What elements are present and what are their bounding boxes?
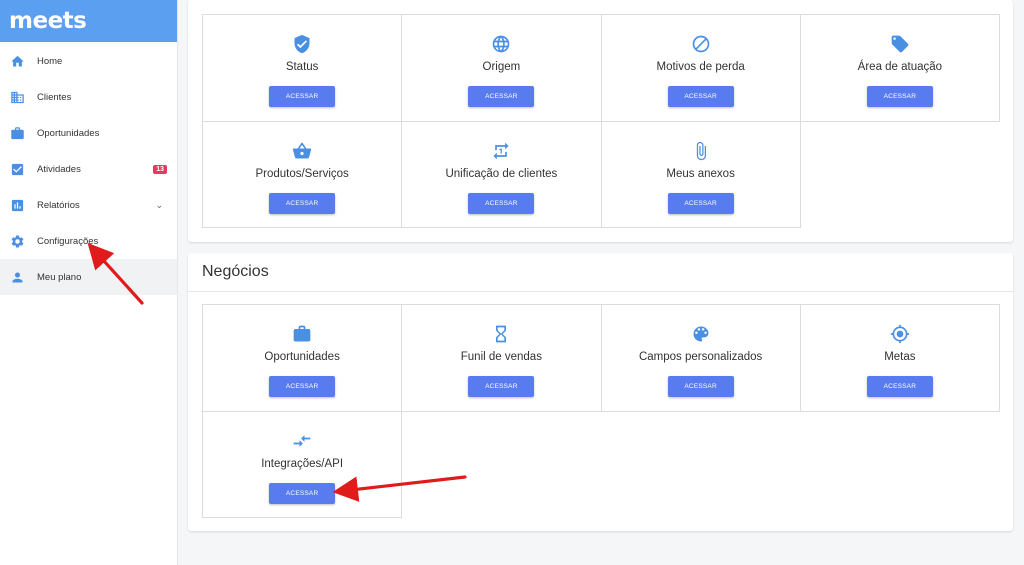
negocios-card: Negócios Oportunidades ACESSAR Funil de … — [188, 253, 1013, 531]
sidebar-item-label: Configurações — [37, 235, 99, 247]
sidebar-item-home[interactable]: Home — [0, 43, 177, 79]
sidebar-item-label: Home — [37, 55, 63, 67]
briefcase-icon — [10, 126, 25, 141]
tile-meus-anexos: Meus anexos ACESSAR — [600, 120, 801, 228]
target-icon — [889, 323, 911, 345]
sidebar-item-label: Atividades — [37, 163, 81, 175]
logo[interactable]: meets — [9, 8, 87, 34]
bar-chart-icon — [10, 198, 25, 213]
tile-title: Integrações/API — [261, 457, 344, 470]
sidebar-item-label: Clientes — [37, 91, 72, 103]
sidebar-item-clientes[interactable]: Clientes — [0, 79, 177, 115]
shield-check-icon — [291, 33, 313, 55]
tile-title: Produtos/Serviços — [255, 167, 349, 180]
compare-arrows-icon — [291, 430, 313, 452]
tile-title: Status — [285, 61, 319, 73]
acessar-button[interactable]: ACESSAR — [468, 376, 535, 397]
tile-integracoes-api: Integrações/API ACESSAR — [202, 410, 403, 518]
checkbox-icon — [10, 162, 25, 177]
tile-produtos-servicos: Produtos/Serviços ACESSAR — [202, 120, 403, 228]
tile-oportunidades: Oportunidades ACESSAR — [202, 304, 403, 412]
acessar-button[interactable]: ACESSAR — [866, 86, 933, 107]
acessar-button[interactable]: ACESSAR — [667, 86, 734, 107]
sidebar-item-label: Meu plano — [37, 271, 82, 283]
tile-area-de-atuacao: Área de atuação ACESSAR — [799, 14, 1000, 122]
acessar-button[interactable]: ACESSAR — [667, 376, 734, 397]
tile-title: Unificação de clientes — [445, 167, 558, 180]
settings-card: Status ACESSAR Origem ACESSAR Motivos de… — [188, 0, 1013, 242]
sidebar-item-relatorios[interactable]: Relatórios ⌄ — [0, 187, 177, 223]
tile-title: Campos personalizados — [638, 351, 763, 363]
acessar-button[interactable]: ACESSAR — [269, 192, 336, 214]
acessar-button[interactable]: ACESSAR — [667, 192, 734, 214]
tile-title: Funil de vendas — [460, 351, 542, 363]
section-title: Negócios — [188, 253, 1013, 292]
person-icon — [10, 270, 25, 285]
tag-icon — [889, 33, 911, 55]
sidebar-item-configuracoes[interactable]: Configurações — [0, 223, 177, 259]
tile-unificacao-de-clientes: Unificação de clientes ACESSAR — [401, 120, 602, 228]
tile-title: Origem — [482, 61, 521, 73]
sidebar: meets Home Clientes Oportunidades Ativid… — [0, 0, 178, 565]
tile-title: Oportunidades — [264, 351, 340, 363]
briefcase-icon — [291, 323, 313, 345]
tile-motivos-de-perda: Motivos de perda ACESSAR — [600, 14, 801, 122]
chevron-down-icon[interactable]: ⌄ — [155, 200, 163, 211]
sidebar-item-meu-plano[interactable]: Meu plano — [0, 259, 177, 295]
sidebar-item-oportunidades[interactable]: Oportunidades — [0, 115, 177, 151]
acessar-button[interactable]: ACESSAR — [468, 192, 535, 214]
logo-bar: meets — [0, 0, 177, 42]
sidebar-item-label: Oportunidades — [37, 127, 100, 139]
tile-campos-personalizados: Campos personalizados ACESSAR — [600, 304, 801, 412]
gear-icon — [10, 234, 25, 249]
tile-funil-de-vendas: Funil de vendas ACESSAR — [401, 304, 602, 412]
acessar-button[interactable]: ACESSAR — [866, 376, 933, 397]
block-icon — [690, 33, 712, 55]
paperclip-icon — [690, 140, 712, 162]
tile-grid: Status ACESSAR Origem ACESSAR Motivos de… — [202, 14, 1000, 229]
tile-title: Motivos de perda — [656, 61, 745, 73]
building-icon — [10, 90, 25, 105]
acessar-button[interactable]: ACESSAR — [468, 86, 535, 107]
globe-icon — [490, 33, 512, 55]
sidebar-item-label: Relatórios — [37, 199, 80, 211]
tile-metas: Metas ACESSAR — [799, 304, 1000, 412]
notification-badge: 13 — [153, 164, 167, 174]
palette-icon — [690, 323, 712, 345]
tile-grid: Oportunidades ACESSAR Funil de vendas AC… — [202, 304, 1000, 518]
acessar-button[interactable]: ACESSAR — [269, 86, 336, 107]
hourglass-icon — [490, 323, 512, 345]
sidebar-item-atividades[interactable]: Atividades 13 — [0, 151, 177, 187]
home-icon — [10, 54, 25, 69]
tile-title: Metas — [884, 351, 916, 363]
basket-icon — [291, 140, 313, 162]
repeat-one-icon — [490, 140, 512, 162]
empty-cell — [800, 121, 1000, 229]
tile-origem: Origem ACESSAR — [401, 14, 602, 122]
acessar-button[interactable]: ACESSAR — [269, 482, 336, 504]
acessar-button[interactable]: ACESSAR — [269, 376, 336, 397]
tile-status: Status ACESSAR — [202, 14, 403, 122]
tile-title: Meus anexos — [666, 167, 735, 180]
tile-title: Área de atuação — [857, 61, 943, 73]
